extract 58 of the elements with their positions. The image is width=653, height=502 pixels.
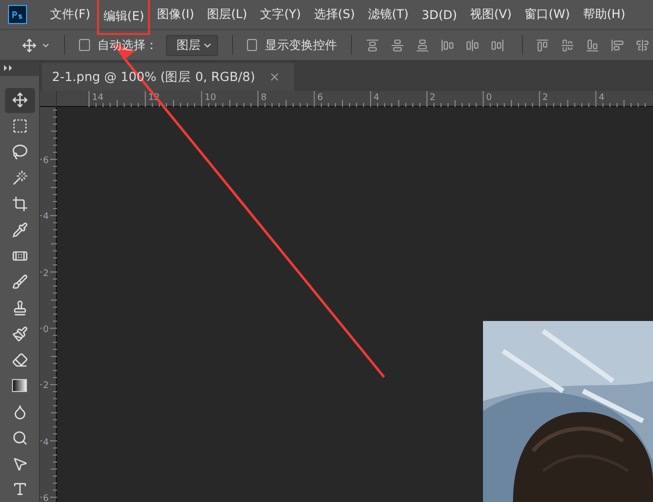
align-icon[interactable] bbox=[636, 38, 650, 52]
mixer-brush-icon[interactable] bbox=[12, 326, 28, 342]
ruler-label: 4 bbox=[42, 438, 50, 448]
close-icon[interactable]: × bbox=[269, 70, 280, 84]
ruler-label: 0 bbox=[485, 93, 493, 103]
ruler-label: 2 bbox=[428, 93, 437, 103]
checkbox[interactable] bbox=[246, 39, 258, 51]
menu-item[interactable]: 帮助(H) bbox=[582, 4, 626, 25]
lasso-icon[interactable] bbox=[12, 144, 28, 160]
move-tool-icon[interactable] bbox=[22, 36, 37, 54]
checkbox-label: 显示变换控件 bbox=[265, 36, 338, 54]
ruler-label: 6 bbox=[42, 156, 50, 166]
droplet-icon[interactable] bbox=[12, 404, 28, 420]
align-icon[interactable] bbox=[536, 38, 550, 52]
menu-item[interactable]: 视图(V) bbox=[470, 4, 512, 25]
marquee-icon[interactable] bbox=[12, 118, 28, 134]
type-icon[interactable] bbox=[12, 481, 28, 498]
crop-icon[interactable] bbox=[12, 196, 28, 212]
align-icon[interactable] bbox=[440, 38, 454, 52]
ruler-label: 8 bbox=[260, 93, 268, 103]
menu-item[interactable]: 图层(L) bbox=[207, 4, 248, 25]
menu-item[interactable]: 窗口(W) bbox=[524, 4, 570, 25]
ruler-label: 0 bbox=[42, 324, 50, 335]
move-icon[interactable] bbox=[12, 92, 28, 108]
align-icon[interactable] bbox=[586, 38, 600, 52]
menu-item[interactable]: 滤镜(T) bbox=[368, 4, 409, 25]
ruler-label: 10 bbox=[204, 93, 218, 103]
ruler-label: 4 bbox=[598, 93, 606, 103]
align-icon[interactable] bbox=[490, 38, 504, 52]
app-logo bbox=[8, 5, 27, 24]
pointer-icon[interactable] bbox=[12, 456, 28, 472]
align-icon[interactable] bbox=[390, 38, 404, 52]
gradient-icon[interactable] bbox=[12, 379, 27, 392]
eraser-icon[interactable] bbox=[12, 352, 28, 368]
align-icon[interactable] bbox=[366, 38, 379, 52]
ruler-label: 14 bbox=[91, 93, 104, 103]
align-icon[interactable] bbox=[416, 38, 429, 52]
menu-item[interactable]: 3D(D) bbox=[422, 6, 458, 24]
align-icon[interactable] bbox=[611, 38, 624, 52]
stamp-icon[interactable] bbox=[12, 300, 28, 316]
ruler-label: 6 bbox=[42, 494, 50, 502]
dodge-icon[interactable] bbox=[12, 430, 28, 446]
ruler-label: 4 bbox=[372, 93, 380, 103]
align-icon[interactable] bbox=[561, 38, 574, 52]
layer-dropdown[interactable]: 图层 bbox=[166, 34, 218, 56]
menu-item[interactable]: 文字(Y) bbox=[260, 4, 301, 25]
magic-wand-icon[interactable] bbox=[12, 170, 28, 186]
checkbox[interactable] bbox=[78, 39, 90, 51]
brush-icon[interactable] bbox=[12, 274, 28, 290]
align-icon[interactable] bbox=[466, 38, 479, 52]
menu-item[interactable]: 图像(I) bbox=[157, 4, 194, 25]
ruler-label: 2 bbox=[42, 268, 50, 279]
ruler-label: 2 bbox=[541, 93, 550, 103]
menu-item[interactable]: 选择(S) bbox=[314, 4, 355, 25]
collapse-icon[interactable] bbox=[4, 65, 13, 72]
ruler-label: 6 bbox=[316, 93, 324, 103]
eyedropper-icon[interactable] bbox=[12, 222, 28, 238]
menu-item[interactable]: 文件(F) bbox=[50, 4, 90, 25]
